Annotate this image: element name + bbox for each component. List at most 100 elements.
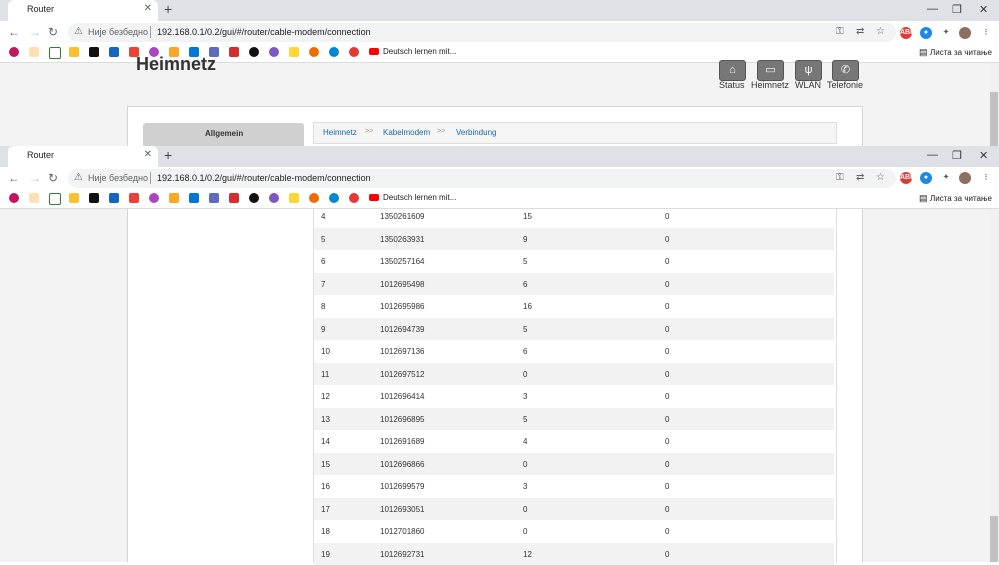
key-icon[interactable]: ⚿ [836, 172, 844, 183]
window-close-icon[interactable]: ✕ [979, 149, 988, 162]
nav-label-telefonie[interactable]: Telefonie [827, 80, 863, 90]
address-bar[interactable]: ⚠ Није безбедно 192.168.0.1/0.2/gui/#/ro… [68, 169, 896, 188]
scrollbar-thumb[interactable] [990, 516, 998, 562]
new-tab-icon[interactable]: + [164, 147, 172, 163]
bookmark-icon[interactable] [309, 193, 319, 203]
url-text[interactable]: 192.168.0.1/0.2/gui/#/router/cable-modem… [157, 27, 371, 37]
bookmark-icon[interactable] [329, 47, 339, 57]
star-icon[interactable]: ☆ [876, 26, 885, 37]
menu-icon[interactable]: ⋮ [980, 27, 992, 39]
address-bar[interactable]: ⚠ Није безбедно 192.168.0.1/0.2/gui/#/ro… [68, 23, 896, 42]
restore-icon[interactable]: ❐ [952, 3, 962, 16]
minimize-icon[interactable]: — [927, 149, 938, 161]
bookmark-icon[interactable] [269, 47, 279, 57]
table-cell: 0 [665, 302, 670, 311]
extension-icon[interactable]: ● [920, 172, 932, 184]
browser-tab[interactable]: Router ✕ [8, 0, 158, 21]
phone-icon[interactable]: ✆ [832, 60, 859, 81]
puzzle-icon[interactable]: ✦ [940, 27, 952, 39]
bookmark-icon[interactable] [329, 193, 339, 203]
back-icon[interactable]: ← [8, 25, 20, 39]
bookmark-icon[interactable] [229, 47, 239, 57]
router-icon[interactable]: ▭ [757, 60, 784, 81]
bookmark-label[interactable]: Deutsch lernen mit... [383, 47, 456, 56]
bookmark-label[interactable]: Deutsch lernen mit... [383, 193, 456, 202]
bookmark-icon[interactable] [9, 193, 19, 203]
bookmark-icon[interactable] [9, 47, 19, 57]
security-label[interactable]: Није безбедно [88, 173, 148, 183]
breadcrumb-kabelmodem[interactable]: Kabelmodem [383, 128, 430, 137]
restore-icon[interactable]: ❐ [952, 149, 962, 162]
table-cell: 1350261609 [380, 212, 425, 221]
bookmark-icon[interactable] [289, 193, 299, 203]
bookmark-icon[interactable] [289, 47, 299, 57]
avatar[interactable] [959, 172, 971, 184]
bookmark-icon[interactable] [49, 193, 61, 205]
bookmark-icon[interactable] [349, 47, 359, 57]
new-tab-icon[interactable]: + [164, 1, 172, 17]
youtube-icon[interactable] [369, 194, 379, 201]
security-label[interactable]: Није безбедно [88, 27, 148, 37]
reload-icon[interactable]: ↻ [48, 171, 58, 185]
left-menu-item-allgemein[interactable]: Allgemein [143, 123, 304, 146]
extension-icon[interactable]: ● [920, 27, 932, 39]
avatar[interactable] [959, 27, 971, 39]
outlook-icon[interactable] [189, 193, 199, 203]
bookmark-icon[interactable] [209, 193, 219, 203]
table-cell: 5 [523, 414, 528, 424]
table-cell: 0 [665, 459, 670, 469]
nav-label-heimnetz[interactable]: Heimnetz [751, 80, 789, 90]
adblock-icon[interactable]: ABP [900, 172, 915, 184]
tab-close-icon[interactable]: ✕ [144, 3, 152, 14]
table-cell: 6 [523, 347, 528, 356]
home-icon[interactable]: ⌂ [719, 60, 746, 81]
reload-icon[interactable]: ↻ [48, 25, 58, 39]
window-close-icon[interactable]: ✕ [979, 3, 988, 16]
translate-icon[interactable]: ⇄ [856, 26, 864, 37]
nav-label-wlan[interactable]: WLAN [795, 80, 821, 90]
bookmark-icon[interactable] [269, 193, 279, 203]
url-text[interactable]: 192.168.0.1/0.2/gui/#/router/cable-modem… [157, 173, 371, 183]
bookmark-icon[interactable] [29, 47, 39, 57]
browser-tab[interactable]: Router ✕ [8, 146, 158, 167]
key-icon[interactable]: ⚿ [836, 26, 844, 37]
forward-icon[interactable]: → [29, 171, 41, 185]
wlan-icon[interactable]: ψ [795, 60, 822, 81]
scrollbar-thumb[interactable] [990, 92, 998, 146]
scrollbar[interactable] [989, 209, 999, 562]
table-cell: 0 [665, 234, 670, 244]
star-icon[interactable]: ☆ [876, 172, 885, 183]
nav-label-status[interactable]: Status [719, 80, 745, 90]
breadcrumb-heimnetz[interactable]: Heimnetz [323, 128, 357, 137]
puzzle-icon[interactable]: ✦ [940, 172, 952, 184]
bookmark-icon[interactable] [309, 47, 319, 57]
gmail-icon[interactable] [129, 193, 139, 203]
minimize-icon[interactable]: — [927, 3, 938, 15]
forward-icon[interactable]: → [29, 25, 41, 39]
bookmark-icon[interactable] [109, 193, 119, 203]
bookmark-icon[interactable] [69, 47, 79, 57]
back-icon[interactable]: ← [8, 171, 20, 185]
breadcrumb-verbindung[interactable]: Verbindung [456, 128, 496, 137]
bookmark-icon[interactable] [249, 47, 259, 57]
reading-list[interactable]: ▤ Листа за читање [919, 193, 992, 204]
bookmark-icon[interactable] [29, 193, 39, 203]
bookmark-icon[interactable] [89, 47, 99, 57]
table-cell: 0 [665, 369, 670, 379]
adblock-icon[interactable]: ABP [900, 27, 915, 39]
bookmark-icon[interactable] [49, 47, 61, 59]
bookmark-icon[interactable] [249, 193, 259, 203]
left-menu-label: Allgemein [205, 129, 244, 138]
bookmark-icon[interactable] [109, 47, 119, 57]
translate-icon[interactable]: ⇄ [856, 172, 864, 183]
bookmark-icon[interactable] [149, 193, 159, 203]
bookmark-icon[interactable] [89, 193, 99, 203]
bookmark-icon[interactable] [69, 193, 79, 203]
bookmark-icon[interactable] [169, 193, 179, 203]
bookmark-icon[interactable] [349, 193, 359, 203]
bookmark-icon[interactable] [229, 193, 239, 203]
reading-list[interactable]: ▤ Листа за читање [919, 47, 992, 58]
youtube-icon[interactable] [369, 48, 379, 55]
menu-icon[interactable]: ⋮ [980, 172, 992, 184]
tab-close-icon[interactable]: ✕ [144, 149, 152, 160]
